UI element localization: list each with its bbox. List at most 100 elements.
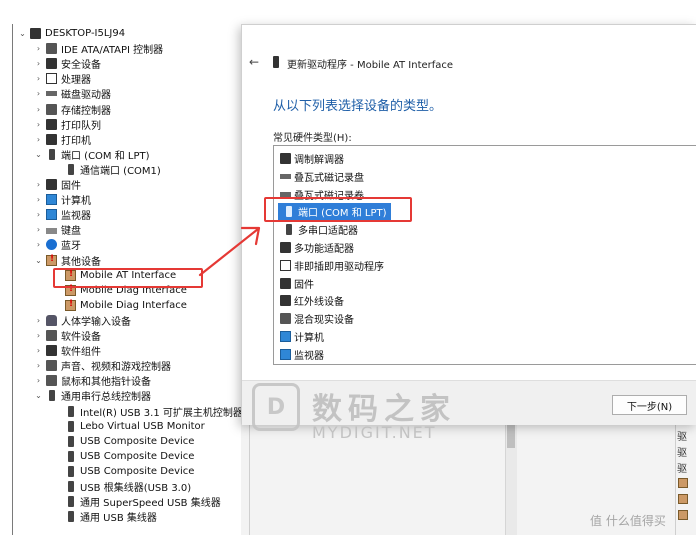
annotation-arrow	[198, 226, 261, 277]
chevron-right-icon[interactable]: ›	[34, 74, 43, 83]
disk-icon	[280, 191, 291, 197]
tree-item-label: USB Composite Device	[80, 435, 195, 447]
chevron-right-icon[interactable]: ›	[34, 44, 43, 53]
tree-category-item[interactable]: ⌄ 其他设备	[34, 253, 101, 268]
tree-child-item[interactable]: Lebo Virtual USB Monitor	[62, 419, 205, 434]
chevron-right-icon[interactable]: ›	[34, 210, 43, 219]
chevron-right-icon[interactable]: ›	[34, 180, 43, 189]
chevron-right-icon[interactable]: ›	[34, 240, 43, 249]
software-component-icon	[46, 345, 57, 357]
tree-item-label: USB Composite Device	[80, 450, 195, 462]
storage-controller-icon	[46, 103, 57, 115]
chevron-right-icon[interactable]: ›	[34, 195, 43, 204]
tree-category-item[interactable]: › 安全设备	[34, 56, 101, 71]
chevron-right-icon[interactable]: ›	[34, 376, 43, 385]
hardware-type-item[interactable]: 多串口适配器	[280, 221, 358, 238]
tree-category-item[interactable]: ⌄ 通用串行总线控制器	[34, 388, 151, 403]
tree-category-item[interactable]: › 监视器	[34, 207, 91, 222]
column-divider	[249, 424, 250, 535]
chevron-down-icon[interactable]: ⌄	[34, 256, 43, 265]
back-arrow-icon[interactable]: ←	[249, 55, 259, 69]
tree-child-item[interactable]: USB Composite Device	[62, 464, 194, 479]
chevron-right-icon[interactable]: ›	[34, 120, 43, 129]
tree-child-item[interactable]: USB Composite Device	[62, 434, 194, 449]
usb-icon	[68, 481, 74, 492]
chevron-down-icon[interactable]: ⌄	[34, 391, 43, 400]
chevron-right-icon[interactable]: ›	[34, 316, 43, 325]
hardware-type-list[interactable]: 调制解调器 叠瓦式磁记录盘 叠瓦式磁记录卷 端口 (COM 和 LPT) 多串口适配器多…	[273, 145, 696, 365]
tree-item-label: Mobile Diag Interface	[80, 299, 187, 311]
tree-child-item[interactable]: 通用 SuperSpeed USB 集线器	[62, 494, 221, 509]
hardware-type-item[interactable]: 计算机	[280, 328, 324, 345]
tree-item-label: 通用 USB 集线器	[80, 513, 157, 525]
tree-category-item[interactable]: › 磁盘驱动器	[34, 86, 111, 101]
ide-controller-icon	[46, 43, 57, 55]
chevron-right-icon[interactable]: ›	[34, 89, 43, 98]
next-button[interactable]: 下一步(N)	[612, 395, 687, 415]
hardware-type-item[interactable]: 叠瓦式磁记录盘	[280, 168, 364, 185]
chevron-right-icon[interactable]: ›	[34, 346, 43, 355]
tree-item-label: 通用 SuperSpeed USB 集线器	[80, 498, 221, 510]
tree-item-label: 其他设备	[61, 256, 101, 268]
chevron-right-icon[interactable]: ›	[34, 105, 43, 114]
hardware-type-item[interactable]: 多功能适配器	[280, 239, 354, 256]
usb-icon	[68, 420, 74, 432]
warning-icon	[678, 494, 688, 504]
usb-icon	[68, 405, 74, 417]
tree-category-item[interactable]: › 存储控制器	[34, 102, 111, 117]
tree-child-item[interactable]: 通用 USB 集线器	[62, 509, 157, 524]
hardware-type-item[interactable]: 混合现实设备	[280, 310, 354, 327]
chevron-right-icon[interactable]: ›	[34, 59, 43, 68]
hardware-type-item[interactable]: 监视器	[280, 346, 324, 363]
computer-icon	[280, 331, 291, 342]
tree-category-item[interactable]: › IDE ATA/ATAPI 控制器	[34, 41, 163, 56]
hardware-type-item[interactable]: 非即插即用驱动程序	[280, 257, 384, 274]
chevron-right-icon[interactable]: ›	[34, 331, 43, 340]
dialog-title: 更新驱动程序 - Mobile AT Interface	[287, 60, 454, 71]
tree-root[interactable]: ⌄ DESKTOP-I5LJ94	[18, 26, 125, 41]
hardware-type-item[interactable]: 红外线设备	[280, 292, 344, 309]
tree-category-item[interactable]: › 人体学输入设备	[34, 313, 131, 328]
tree-category-item[interactable]: › 计算机	[34, 192, 91, 207]
tree-item-label: 监视器	[61, 211, 91, 223]
hardware-type-label-text: 调制解调器	[294, 155, 344, 166]
usb-icon	[68, 496, 74, 508]
tree-category-item[interactable]: › 打印队列	[34, 117, 101, 132]
tree-category-item[interactable]: ⌄ 端口 (COM 和 LPT)	[34, 147, 150, 162]
side-tab-label[interactable]: 驱	[677, 460, 687, 475]
tree-category-item[interactable]: › 键盘	[34, 222, 81, 237]
tree-item-label: 通信端口 (COM1)	[80, 165, 161, 177]
computer-icon	[30, 28, 41, 39]
tree-child-item[interactable]: 通信端口 (COM1)	[62, 162, 161, 177]
tree-child-item[interactable]: Mobile Diag Interface	[62, 298, 187, 313]
tree-category-item[interactable]: › 处理器	[34, 71, 91, 86]
hardware-type-item[interactable]: 固件	[280, 275, 314, 292]
tree-category-item[interactable]: › 鼠标和其他指针设备	[34, 373, 151, 388]
chevron-right-icon[interactable]: ›	[34, 361, 43, 370]
chevron-right-icon[interactable]: ›	[34, 225, 43, 234]
scrollbar-thumb[interactable]	[507, 424, 515, 448]
annotation-box-list	[264, 197, 412, 222]
hardware-type-item[interactable]: 调制解调器	[280, 150, 344, 167]
tree-item-label: 声音、视频和游戏控制器	[61, 362, 171, 374]
column-divider	[675, 424, 676, 535]
tree-item-label: 软件设备	[61, 332, 101, 343]
tree-category-item[interactable]: › 固件	[34, 177, 81, 192]
tree-item-label: 蓝牙	[61, 241, 81, 253]
tree-category-item[interactable]: › 声音、视频和游戏控制器	[34, 358, 171, 373]
chevron-down-icon[interactable]: ⌄	[34, 150, 43, 159]
tree-category-item[interactable]: › 软件组件	[34, 343, 101, 358]
hardware-type-label: 常见硬件类型(H):	[273, 133, 352, 144]
port-icon	[49, 148, 55, 160]
chevron-down-icon[interactable]: ⌄	[18, 29, 27, 38]
tree-child-item[interactable]: USB Composite Device	[62, 449, 194, 464]
side-tab-label[interactable]: 驱	[677, 428, 687, 443]
tree-category-item[interactable]: › 蓝牙	[34, 237, 81, 252]
tree-child-item[interactable]: USB 根集线器(USB 3.0)	[62, 479, 191, 494]
tree-category-item[interactable]: › 软件设备	[34, 328, 101, 343]
update-driver-dialog: ← 更新驱动程序 - Mobile AT Interface 从以下列表选择设备…	[241, 24, 696, 425]
side-tab-label[interactable]: 驱	[677, 444, 687, 459]
chevron-right-icon[interactable]: ›	[34, 135, 43, 144]
tree-category-item[interactable]: › 打印机	[34, 132, 91, 147]
tree-item-label: 存储控制器	[61, 105, 111, 117]
